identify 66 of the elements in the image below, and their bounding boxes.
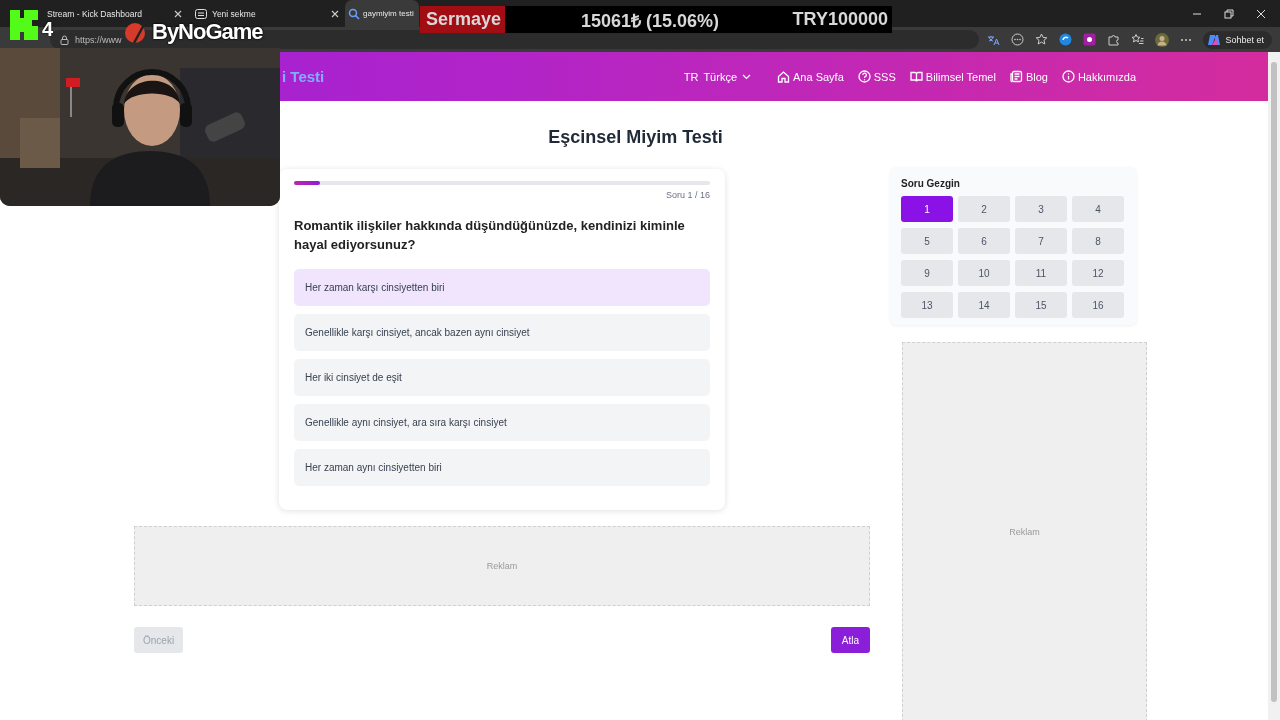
restore-icon[interactable]	[1224, 8, 1234, 19]
nav-link[interactable]: Ana Sayfa	[777, 70, 844, 83]
avatar-icon[interactable]	[1155, 32, 1170, 47]
close-icon[interactable]	[1256, 8, 1266, 19]
question-number[interactable]: 7	[1015, 228, 1067, 254]
nav-link[interactable]: Bilimsel Temel	[909, 70, 996, 83]
close-icon[interactable]	[331, 9, 339, 18]
nav-link[interactable]: Blog	[1009, 70, 1048, 83]
chevron-down-icon	[742, 73, 751, 80]
question-number[interactable]: 16	[1072, 292, 1124, 318]
question-number[interactable]: 5	[901, 228, 953, 254]
favorites-icon[interactable]	[1131, 33, 1145, 46]
help-icon	[857, 70, 871, 83]
book-icon	[909, 70, 923, 83]
home-icon	[777, 70, 790, 83]
navigator-title: Soru Gezgin	[901, 178, 961, 189]
question-number[interactable]: 10	[958, 260, 1010, 286]
nav-link[interactable]: SSS	[857, 70, 896, 83]
question-number[interactable]: 4	[1072, 196, 1124, 222]
language-selector[interactable]: TR Türkçe	[683, 70, 751, 83]
nav-link[interactable]: Hakkımızda	[1061, 70, 1136, 83]
answer-option[interactable]: Genellikle karşı cinsiyet, ancak bazen aynı cinsiyet	[294, 314, 710, 351]
browser-tab[interactable]: gaymiyim testi	[345, 0, 419, 27]
question-number[interactable]: 9	[901, 260, 953, 286]
answer-option[interactable]: Genellikle aynı cinsiyet, ara sıra karşı cinsiyet	[294, 404, 710, 441]
question-text: Romantik ilişkiler hakkında düşündüğünüzde, kendinizi kiminle hayal ediyorsunuz?	[294, 217, 686, 254]
answer-option[interactable]: Her zaman aynı cinsiyetten biri	[294, 449, 710, 486]
translate-icon[interactable]	[987, 33, 1001, 46]
more-icon[interactable]	[1180, 37, 1193, 42]
question-number[interactable]: 2	[958, 196, 1010, 222]
question-number[interactable]: 3	[1015, 196, 1067, 222]
sponsor-name: ByNoGame	[152, 19, 263, 45]
question-number[interactable]: 1	[901, 196, 953, 222]
question-number[interactable]: 8	[1072, 228, 1124, 254]
question-number[interactable]: 14	[958, 292, 1010, 318]
question-number[interactable]: 11	[1015, 260, 1067, 286]
more-icon[interactable]	[1011, 33, 1025, 46]
overlay-number: 4	[42, 18, 54, 41]
puzzle-icon[interactable]	[1107, 33, 1121, 46]
ad-label: Reklam	[486, 561, 518, 571]
assistant-icon	[1207, 32, 1222, 47]
assistant-button[interactable]: Sohbet et	[1203, 30, 1272, 49]
info-icon	[1061, 70, 1075, 83]
question-number[interactable]: 6	[958, 228, 1010, 254]
answer-option[interactable]: Her zaman karşı cinsiyetten biri	[294, 269, 710, 306]
star-icon[interactable]	[1035, 33, 1049, 46]
scrollbar[interactable]	[1268, 52, 1280, 720]
close-icon[interactable]	[174, 9, 182, 18]
question-number[interactable]: 13	[901, 292, 953, 318]
ticker-title: Sermaye	[420, 6, 505, 33]
question-counter: Soru 1 / 16	[664, 190, 710, 200]
question-number[interactable]: 12	[1072, 260, 1124, 286]
newspaper-icon	[1009, 70, 1023, 83]
lock-icon	[60, 34, 69, 45]
answer-option[interactable]: Her iki cinsiyet de eşit	[294, 359, 710, 396]
extension-icon[interactable]	[1059, 33, 1073, 46]
ticker-value: 15061₺ (15.06%)	[581, 9, 720, 32]
page-title: Eşcinsel Miyim Testi	[547, 126, 724, 149]
ad-label: Reklam	[1009, 527, 1040, 537]
ticker-target: TRY100000	[792, 9, 888, 30]
skip-button[interactable]: Atla	[830, 627, 870, 653]
new-tab-icon	[194, 6, 208, 21]
search-icon	[347, 6, 361, 21]
question-number[interactable]: 15	[1015, 292, 1067, 318]
extension-icon[interactable]	[1083, 33, 1097, 46]
address-text[interactable]: https://www	[75, 34, 122, 45]
